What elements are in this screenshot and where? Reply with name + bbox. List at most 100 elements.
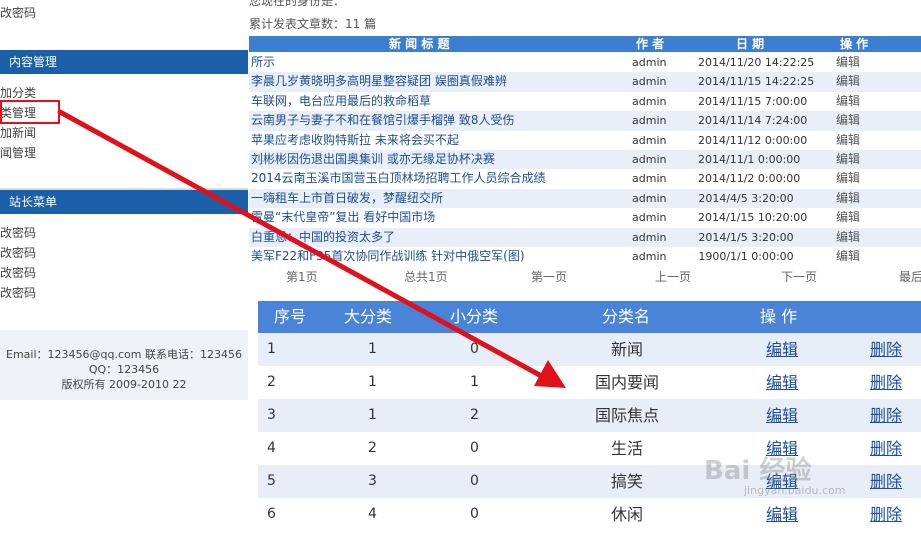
cat-small: 1 (470, 374, 479, 390)
news-edit-link[interactable]: 编辑 (836, 152, 860, 167)
cat-big: 1 (368, 341, 377, 357)
news-author: admin (632, 211, 667, 225)
cat-id: 5 (267, 473, 276, 489)
cat-name: 国际焦点 (594, 406, 659, 425)
cat-col-small: 小分类 (450, 307, 499, 326)
cat-edit-link[interactable]: 编辑 (766, 399, 798, 432)
cat-id: 2 (267, 374, 276, 390)
news-col-op: 操 作 (840, 37, 869, 51)
news-row: 刘彬彬因伤退出国奥集训 或亦无缘足协杯决赛 admin 2014/11/1 0:00… (249, 149, 921, 170)
category-row: 6 4 0 休闲 编辑 删除 (258, 498, 921, 531)
cat-big: 1 (368, 374, 377, 390)
footer-contact: Email：123456@qq.com 联系电话：123456 (6, 348, 242, 361)
category-table-header: 序号 大分类 小分类 分类名 操 作 (258, 301, 921, 333)
sidebar-item-change-password-4[interactable]: 修改密码 (0, 285, 36, 301)
cat-small: 2 (470, 407, 479, 423)
news-edit-link[interactable]: 编辑 (836, 230, 860, 245)
category-row: 3 1 2 国际焦点 编辑 删除 (258, 399, 921, 432)
news-title-link[interactable]: 一嗨租车上市首日破发，梦醒纽交所 (251, 191, 443, 206)
news-date: 1900/1/1 0:00:00 (698, 249, 794, 263)
news-edit-link[interactable]: 编辑 (836, 133, 860, 148)
news-author: admin (632, 94, 667, 108)
cat-small: 0 (470, 341, 479, 357)
footer-info: Email：123456@qq.com 联系电话：123456 QQ：12345… (0, 330, 248, 400)
pager-next-link[interactable]: 下一页 (781, 268, 817, 285)
cat-delete-link[interactable]: 删除 (870, 432, 902, 465)
cat-col-op: 操 作 (760, 307, 798, 326)
watermark-url: jingyan.baidu.com (744, 484, 846, 497)
news-row: 李晨几岁黄晓明多高明星整容疑团 娱圈真假难辨 admin 2014/11/15 14… (249, 72, 921, 92)
news-title-link[interactable]: 雷曼“末代皇帝”复出 看好中国市场 (251, 210, 435, 225)
article-count: 累计发表文章数：11 篇 (249, 17, 377, 31)
news-row: 雷曼“末代皇帝”复出 看好中国市场 admin 2014/1/15 10:20:00… (249, 208, 921, 227)
news-title-link[interactable]: 所示 (251, 55, 275, 70)
cat-edit-link[interactable]: 编辑 (766, 333, 798, 366)
news-title-link[interactable]: 美军F22和F35首次协同作战训练 针对中俄空军(图) (251, 249, 525, 264)
news-title-link[interactable]: 云南男子与妻子不和在餐馆引爆手榴弹 致8人受伤 (251, 113, 514, 128)
cat-delete-link[interactable]: 删除 (870, 366, 902, 399)
news-date: 2014/11/12 0:00:00 (698, 133, 808, 147)
news-title-link[interactable]: 刘彬彬因伤退出国奥集训 或亦无缘足协杯决赛 (251, 152, 495, 167)
category-row: 2 1 1 国内要闻 编辑 删除 (258, 366, 921, 399)
cat-delete-link[interactable]: 删除 (870, 498, 902, 531)
pager-current-page: 第1页 (286, 270, 318, 284)
watermark-logo: Bai 经验 (704, 456, 812, 486)
news-title-link[interactable]: 苹果应考虑收购特斯拉 未来将会买不起 (251, 133, 459, 148)
news-author: admin (632, 75, 667, 89)
cat-id: 1 (267, 341, 276, 357)
cat-name: 搞笑 (610, 472, 643, 491)
news-row: 所示 admin 2014/11/20 14:22:25 编辑 (249, 53, 921, 72)
pager-first-link[interactable]: 第一页 (531, 268, 567, 285)
news-author: admin (632, 133, 667, 147)
cat-small: 0 (470, 506, 479, 522)
news-date: 2014/11/20 14:22:25 (698, 56, 815, 69)
category-row: 4 2 0 生活 编辑 删除 (258, 432, 921, 465)
news-title-link[interactable]: 李晨几岁黄晓明多高明星整容疑团 娱圈真假难辨 (251, 74, 507, 89)
cat-delete-link[interactable]: 删除 (870, 465, 902, 498)
news-col-author: 作 者 (636, 37, 665, 51)
sidebar-item-add-news[interactable]: 添加新闻 (0, 125, 36, 141)
cat-name: 新闻 (610, 340, 643, 359)
cat-edit-link[interactable]: 编辑 (766, 366, 798, 399)
news-table-header: 新 闻 标 题 作 者 日 期 操 作 (249, 36, 921, 52)
news-col-title: 新 闻 标 题 (389, 37, 450, 51)
news-table: 所示 admin 2014/11/20 14:22:25 编辑 李晨几岁黄晓明多高明星… (249, 53, 921, 266)
identity-text: 您现在的身份是： (249, 0, 346, 8)
news-row: 白重恩：中国的投资太多了 admin 2014/1/5 3:20:00 编辑 (249, 227, 921, 247)
news-row: 云南男子与妻子不和在餐馆引爆手榴弹 致8人受伤 admin 2014/11/14 7… (249, 111, 921, 131)
sidebar-item-news-management[interactable]: 新闻管理 (0, 145, 36, 161)
news-title-link[interactable]: 车联网，电台应用最后的救命稻草 (251, 94, 431, 109)
cat-delete-link[interactable]: 删除 (870, 399, 902, 432)
cat-name: 休闲 (610, 505, 643, 524)
sidebar-link-change-password-top[interactable]: 修改密码 (0, 5, 36, 21)
news-edit-link[interactable]: 编辑 (836, 249, 860, 264)
sidebar-item-change-password-2[interactable]: 修改密码 (0, 245, 36, 261)
cat-big: 2 (368, 440, 377, 456)
news-col-date: 日 期 (736, 37, 765, 51)
news-author: admin (632, 191, 667, 205)
cat-delete-link[interactable]: 删除 (870, 333, 902, 366)
news-edit-link[interactable]: 编辑 (836, 171, 860, 186)
news-author: admin (632, 249, 667, 263)
news-title-link[interactable]: 2014云南玉溪市国营玉白顶林场招聘工作人员综合成绩 (251, 171, 546, 186)
sidebar-item-change-password-3[interactable]: 修改密码 (0, 265, 36, 281)
pager-prev-link[interactable]: 上一页 (655, 268, 691, 285)
news-row: 车联网，电台应用最后的救命稻草 admin 2014/11/15 7:00:00 编辑 (249, 92, 921, 111)
news-edit-link[interactable]: 编辑 (836, 191, 860, 206)
cat-big: 4 (368, 506, 377, 522)
sidebar-item-change-password-1[interactable]: 修改密码 (0, 225, 36, 241)
cat-id: 3 (267, 407, 276, 423)
news-title-link[interactable]: 白重恩：中国的投资太多了 (251, 230, 395, 245)
cat-edit-link[interactable]: 编辑 (766, 498, 798, 531)
news-edit-link[interactable]: 编辑 (836, 55, 860, 70)
news-edit-link[interactable]: 编辑 (836, 74, 860, 89)
news-edit-link[interactable]: 编辑 (836, 113, 860, 128)
news-edit-link[interactable]: 编辑 (836, 94, 860, 109)
news-author: admin (632, 114, 667, 128)
pager-total-pages: 总共1页 (404, 270, 448, 284)
news-author: admin (632, 56, 667, 69)
sidebar-item-add-category[interactable]: 添加分类 (0, 85, 36, 101)
category-table: 1 1 0 新闻 编辑 删除 2 1 1 国内要闻 编辑 删除 3 1 2 国际焦点 编辑 删除 4 2 0 生活编… (258, 333, 921, 531)
pager-last-link[interactable]: 最后 (899, 268, 921, 285)
news-edit-link[interactable]: 编辑 (836, 210, 860, 225)
